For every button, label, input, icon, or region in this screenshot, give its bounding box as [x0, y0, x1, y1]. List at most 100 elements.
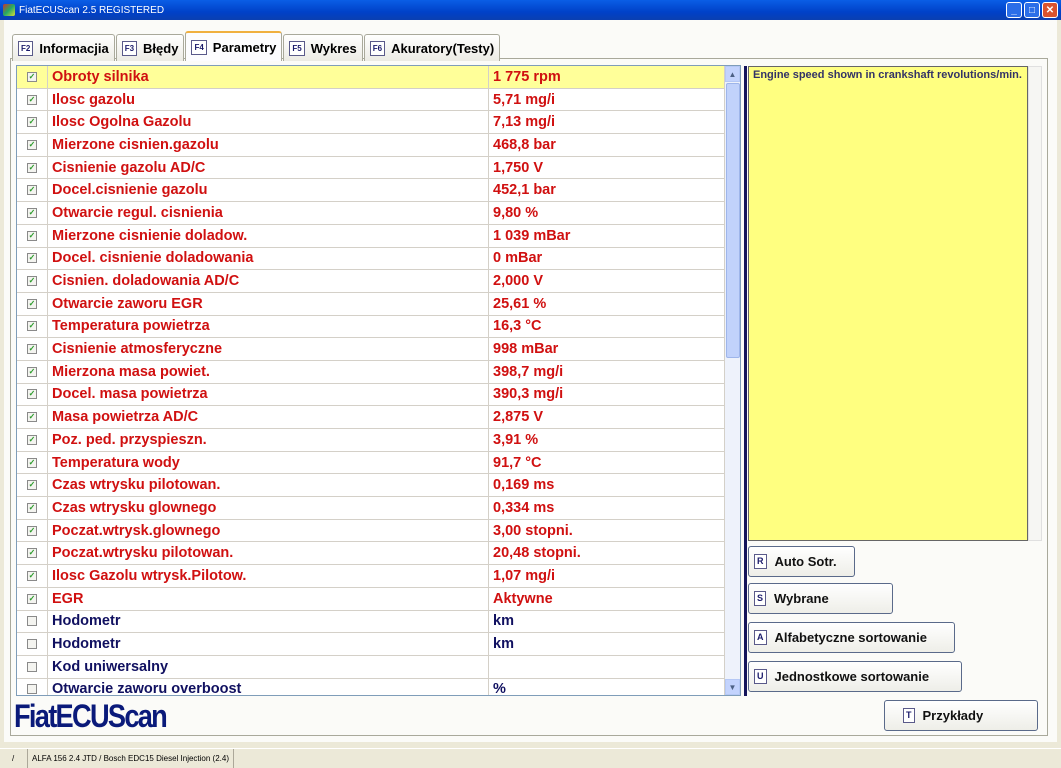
table-row[interactable]: ✓ Cisnienie gazolu AD/C 1,750 V — [17, 156, 740, 180]
checked-checkbox[interactable]: ✓ — [27, 434, 37, 445]
table-row[interactable]: Otwarcie zaworu overboost% — [17, 678, 740, 695]
checked-checkbox[interactable]: ✓ — [27, 253, 37, 264]
minimize-button[interactable]: _ — [1006, 2, 1022, 18]
table-row[interactable]: ✓ Masa powietrza AD/C 2,875 V — [17, 406, 740, 429]
unchecked-checkbox[interactable] — [27, 661, 37, 672]
status-bar: / ALFA 156 2.4 JTD / Bosch EDC15 Diesel … — [0, 748, 1061, 768]
unchecked-checkbox[interactable] — [27, 639, 37, 650]
button-label: Wybrane — [774, 591, 829, 606]
close-button[interactable]: ✕ — [1042, 2, 1058, 18]
tab-label: Wykres — [310, 40, 357, 56]
alphabetical-sort-button[interactable]: A Alfabetyczne sortowanie — [748, 622, 955, 653]
unchecked-checkbox[interactable] — [27, 616, 37, 627]
table-row[interactable]: Hodometr km — [17, 633, 740, 656]
param-name: Cisnienie gazolu AD/C — [48, 156, 489, 179]
checked-checkbox[interactable]: ✓ — [27, 502, 37, 513]
description-scrollbar[interactable] — [1028, 66, 1042, 541]
table-row[interactable]: ✓ Mierzona masa powiet. 398,7 mg/i — [17, 360, 740, 384]
checkbox-cell — [17, 678, 48, 695]
checked-checkbox[interactable]: ✓ — [27, 525, 37, 536]
checked-checkbox[interactable]: ✓ — [27, 321, 37, 332]
checked-checkbox[interactable]: ✓ — [27, 593, 37, 604]
table-row[interactable]: ✓ Docel. masa powietrza 390,3 mg/i — [17, 383, 740, 407]
checked-checkbox[interactable]: ✓ — [27, 139, 37, 150]
unchecked-checkbox[interactable] — [27, 684, 37, 695]
tab-parametry[interactable]: F4 Parametry — [185, 31, 283, 61]
scroll-down-icon[interactable]: ▼ — [725, 679, 740, 695]
checked-checkbox[interactable]: ✓ — [27, 230, 37, 241]
checkbox-cell: ✓ — [17, 179, 48, 202]
tab-informacjia[interactable]: F2 Informacjia — [12, 34, 115, 61]
key-hint: F2 — [18, 40, 34, 56]
checked-checkbox[interactable]: ✓ — [27, 162, 37, 173]
unit-sort-button[interactable]: U Jednostkowe sortowanie — [748, 661, 962, 692]
table-row[interactable]: ✓ Cisnien. doladowania AD/C 2,000 V — [17, 270, 740, 293]
checked-checkbox[interactable]: ✓ — [27, 412, 37, 423]
param-name: Mierzona masa powiet. — [48, 360, 489, 383]
examples-button[interactable]: T Przykłady — [884, 700, 1038, 731]
table-row[interactable]: Hodometr km — [17, 610, 740, 634]
tab-bar: F2 Informacjia F3 Błędy F4 Parametry F5 Wykres F… — [12, 31, 501, 61]
table-row[interactable]: ✓ Czas wtrysku pilotowan. 0,169 ms — [17, 474, 740, 498]
table-row[interactable]: ✓ Ilosc gazolu 5,71 mg/i — [17, 88, 740, 112]
tab-akuratory-testy-[interactable]: F6 Akuratory(Testy) — [363, 34, 501, 61]
param-name: Cisnienie atmosferyczne — [48, 338, 489, 360]
param-name: Mierzone cisnien.gazolu — [48, 134, 489, 156]
table-row[interactable]: ✓ Otwarcie zaworu EGR 25,61 % — [17, 292, 740, 316]
checked-checkbox[interactable]: ✓ — [27, 276, 37, 287]
maximize-button[interactable]: □ — [1024, 2, 1040, 18]
tab-b-dy[interactable]: F3 Błędy — [115, 34, 185, 61]
param-value: 2,000 V — [493, 273, 543, 290]
table-row[interactable]: ✓ Mierzone cisnien.gazolu 468,8 bar — [17, 134, 740, 157]
checked-checkbox[interactable]: ✓ — [27, 94, 37, 105]
checkbox-cell: ✓ — [17, 587, 48, 610]
table-row[interactable]: ✓ Ilosc Gazolu wtrysk.Pilotow. 1,07 mg/i — [17, 565, 740, 588]
param-name: Czas wtrysku glownego — [48, 497, 489, 519]
checked-checkbox[interactable]: ✓ — [27, 570, 37, 581]
checked-checkbox[interactable]: ✓ — [27, 71, 37, 82]
checked-checkbox[interactable]: ✓ — [27, 344, 37, 355]
table-row[interactable]: ✓ Poczat.wtrysk.glownego 3,00 stopni. — [17, 519, 740, 543]
checked-checkbox[interactable]: ✓ — [27, 117, 37, 128]
tab-wykres[interactable]: F5 Wykres — [283, 34, 363, 61]
checkbox-cell: ✓ — [17, 497, 48, 519]
table-row[interactable]: ✓ Otwarcie regul. cisnienia 9,80 % — [17, 202, 740, 225]
table-row[interactable]: Kod uniwersalny — [17, 655, 740, 679]
auto-sort-button[interactable]: R Auto Sotr. — [748, 546, 855, 577]
scroll-up-icon[interactable]: ▲ — [725, 66, 740, 82]
checked-checkbox[interactable]: ✓ — [27, 207, 37, 218]
table-row[interactable]: ✓ Poz. ped. przyspieszn. 3,91 % — [17, 429, 740, 452]
checked-checkbox[interactable]: ✓ — [27, 389, 37, 400]
checked-checkbox[interactable]: ✓ — [27, 298, 37, 309]
table-row[interactable]: ✓ Cisnienie atmosferyczne 998 mBar — [17, 338, 740, 361]
table-row[interactable]: ✓ Mierzone cisnienie doladow. 1 039 mBar — [17, 224, 740, 248]
table-row[interactable]: ✓ Obroty silnika 1 775 rpm — [17, 66, 740, 89]
checkbox-cell — [17, 655, 48, 678]
param-value: 7,13 mg/i — [493, 114, 556, 131]
checkbox-cell: ✓ — [17, 519, 48, 542]
checked-checkbox[interactable]: ✓ — [27, 366, 37, 377]
tab-label: Błędy — [143, 40, 179, 56]
table-row[interactable]: ✓ Poczat.wtrysku pilotowan. 20,48 stopni. — [17, 542, 740, 566]
table-row[interactable]: ✓ Temperatura wody 91,7 °C — [17, 451, 740, 475]
table-row[interactable]: ✓ EGR Aktywne — [17, 587, 740, 611]
selected-button[interactable]: S Wybrane — [748, 583, 893, 614]
table-row[interactable]: ✓ Docel. cisnienie doladowania 0 mBar — [17, 247, 740, 271]
checked-checkbox[interactable]: ✓ — [27, 548, 37, 559]
checkbox-cell: ✓ — [17, 360, 48, 383]
checked-checkbox[interactable]: ✓ — [27, 185, 37, 196]
table-row[interactable]: ✓ Temperatura powietrza 16,3 °C — [17, 315, 740, 339]
param-name: Docel. masa powietrza — [48, 383, 489, 406]
table-row[interactable]: ✓ Ilosc Ogolna Gazolu 7,13 mg/i — [17, 111, 740, 135]
checked-checkbox[interactable]: ✓ — [27, 457, 37, 468]
param-value: 398,7 mg/i — [493, 363, 564, 380]
checkbox-cell: ✓ — [17, 66, 48, 88]
param-name: Poczat.wtrysk.glownego — [48, 519, 489, 542]
param-name: EGR — [48, 587, 489, 610]
scroll-thumb[interactable] — [726, 83, 740, 358]
checked-checkbox[interactable]: ✓ — [27, 480, 37, 491]
key-hint: F5 — [289, 40, 305, 56]
table-row[interactable]: ✓ Czas wtrysku glownego 0,334 ms — [17, 497, 740, 520]
table-row[interactable]: ✓ Docel.cisnienie gazolu 452,1 bar — [17, 179, 740, 203]
table-scrollbar[interactable]: ▲ ▼ — [724, 66, 740, 695]
